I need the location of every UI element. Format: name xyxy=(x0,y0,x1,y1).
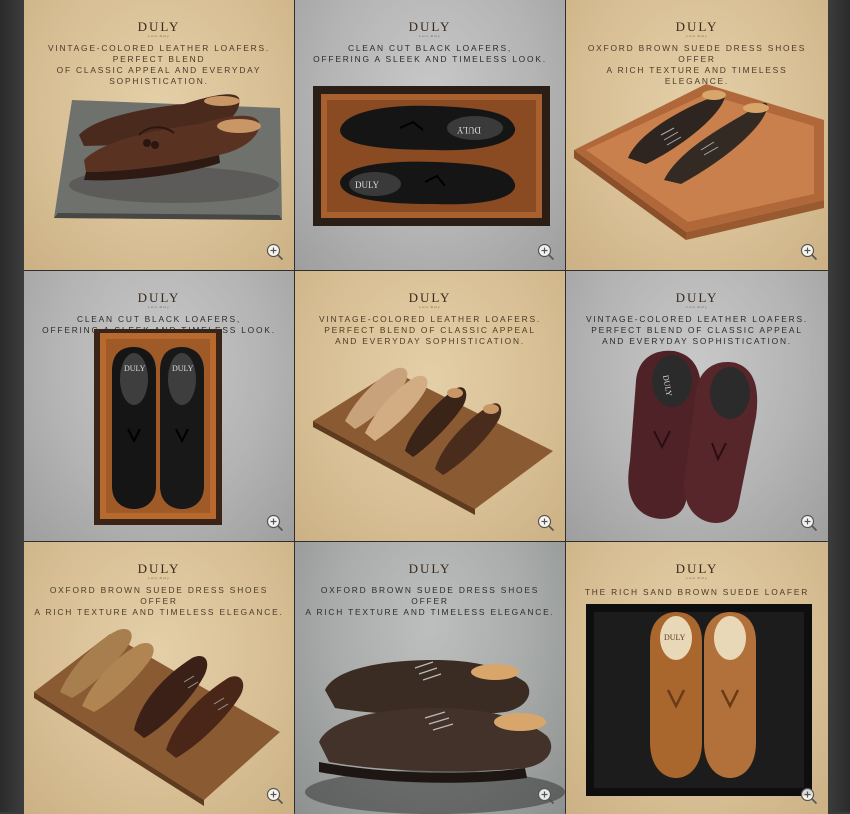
gallery-tile-5[interactable]: DULY Lois Duly VINTAGE-COLORED LEATHER L… xyxy=(295,271,565,541)
insole-brand: DULY xyxy=(456,125,481,135)
product-photo-black-loafers-box: DULY DULY xyxy=(313,86,550,226)
product-gallery-grid: DULY Lois Duly VINTAGE-COLORED LEATHER L… xyxy=(24,0,828,814)
gallery-tile-7[interactable]: DULY Lois Duly OXFORD BROWN SUEDE DRESS … xyxy=(24,542,294,814)
gallery-tile-4[interactable]: DULY Lois Duly DULY DULY CLEAN CUT BLACK… xyxy=(24,271,294,541)
gallery-tile-1[interactable]: DULY Lois Duly VINTAGE-COLORED LEATHER L… xyxy=(24,0,294,270)
product-photo-oxfords-shoe-trees xyxy=(34,628,280,806)
zoom-in-icon[interactable] xyxy=(537,243,555,261)
zoom-in-icon[interactable] xyxy=(266,787,284,805)
gallery-tile-3[interactable]: DULY Lois Duly OXFORD BROWN SUEDE DRESS … xyxy=(566,0,828,270)
zoom-in-icon[interactable] xyxy=(537,514,555,532)
product-photo-burgundy-loafers: DULY xyxy=(628,350,758,523)
product-photo-loafers-shoe-trees xyxy=(313,367,553,515)
product-caption: CLEAN CUT BLACK LOAFERS, OFFERING A SLEE… xyxy=(42,314,276,335)
zoom-in-icon[interactable] xyxy=(266,243,284,261)
insole-brand: DULY xyxy=(355,180,380,190)
zoom-in-icon[interactable] xyxy=(266,514,284,532)
product-photo-black-loafers-upright-box: DULY DULY xyxy=(94,329,222,525)
product-photo-sand-suede-loafers-tray: DULY xyxy=(586,604,812,796)
product-photo-suede-oxfords-tray xyxy=(574,84,824,240)
zoom-in-icon[interactable] xyxy=(800,514,818,532)
insole-brand: DULY xyxy=(124,364,146,373)
gallery-tile-2[interactable]: DULY Lois Duly CLEAN CUT BLACK LOAFERS, … xyxy=(295,0,565,270)
gallery-tile-6[interactable]: DULY Lois Duly VINTAGE-COLORED LEATHER L… xyxy=(566,271,828,541)
gallery-tile-9[interactable]: DULY Lois Duly THE RICH SAND BROWN SUEDE… xyxy=(566,542,828,814)
zoom-in-icon[interactable] xyxy=(800,243,818,261)
insole-brand: DULY xyxy=(172,364,194,373)
product-photo-vintage-loafers xyxy=(54,94,282,220)
product-photo-suede-oxfords-closeup xyxy=(305,660,565,814)
gallery-tile-8[interactable]: DULY OXFORD BROWN SUEDE DRESS SHOES OFFE… xyxy=(295,542,565,814)
zoom-in-icon[interactable] xyxy=(537,787,555,805)
insole-brand: DULY xyxy=(664,633,686,642)
zoom-in-icon[interactable] xyxy=(800,787,818,805)
